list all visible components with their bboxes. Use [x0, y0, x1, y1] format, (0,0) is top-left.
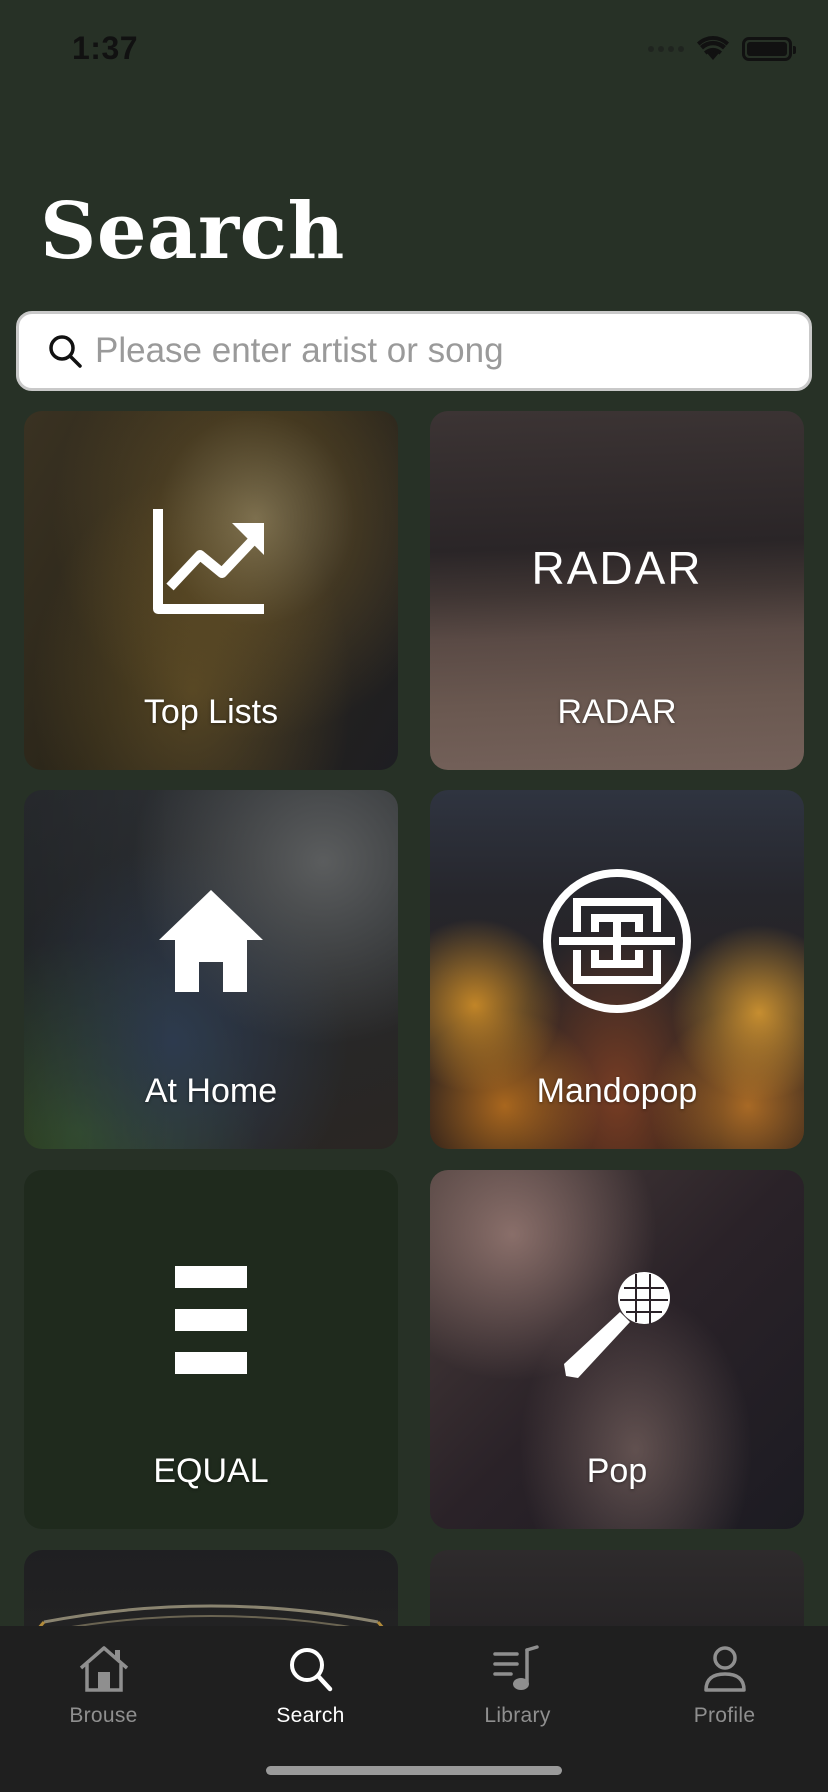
tab-profile[interactable]: Profile: [621, 1644, 828, 1744]
chart-trend-icon: [153, 509, 264, 614]
tab-label: Search: [276, 1704, 345, 1727]
tile-label: Pop: [586, 1452, 648, 1490]
tab-browse[interactable]: Brouse: [0, 1644, 207, 1744]
tile-label: Mandopop: [536, 1072, 698, 1110]
equal-bars-icon: [175, 1266, 247, 1374]
tile-top-lists[interactable]: Top Lists: [24, 411, 398, 770]
tile-radar[interactable]: RADAR RADAR: [430, 411, 804, 770]
tab-library[interactable]: Library: [414, 1644, 621, 1744]
tab-search[interactable]: Search: [207, 1644, 414, 1744]
search-screen: 1:37 Search Please enter artist or song …: [0, 0, 828, 1792]
tile-equal[interactable]: EQUAL: [24, 1170, 398, 1529]
tile-at-home[interactable]: At Home: [24, 790, 398, 1149]
microphone-icon: [564, 1272, 670, 1378]
search-icon: [289, 1648, 332, 1692]
tile-label: Top Lists: [143, 693, 279, 731]
tile-pop[interactable]: Pop: [430, 1170, 804, 1529]
radar-logo: RADAR: [531, 542, 703, 594]
tab-label: Profile: [693, 1704, 756, 1727]
library-icon: [492, 1645, 539, 1690]
tile-label: EQUAL: [153, 1452, 269, 1490]
tile-mandopop[interactable]: Mandopop: [430, 790, 804, 1149]
tile-label: At Home: [144, 1072, 278, 1110]
home-icon: [79, 1646, 128, 1692]
house-icon: [159, 890, 263, 992]
person-icon: [703, 1646, 746, 1692]
home-indicator: [266, 1766, 562, 1775]
tab-label: Library: [484, 1704, 551, 1727]
chinese-knot-icon: [543, 869, 691, 1013]
tile-label: RADAR: [557, 693, 677, 731]
tab-label: Brouse: [69, 1704, 138, 1727]
category-grid: Top Lists RADAR RADAR At Home Mandopop E…: [0, 0, 828, 1792]
